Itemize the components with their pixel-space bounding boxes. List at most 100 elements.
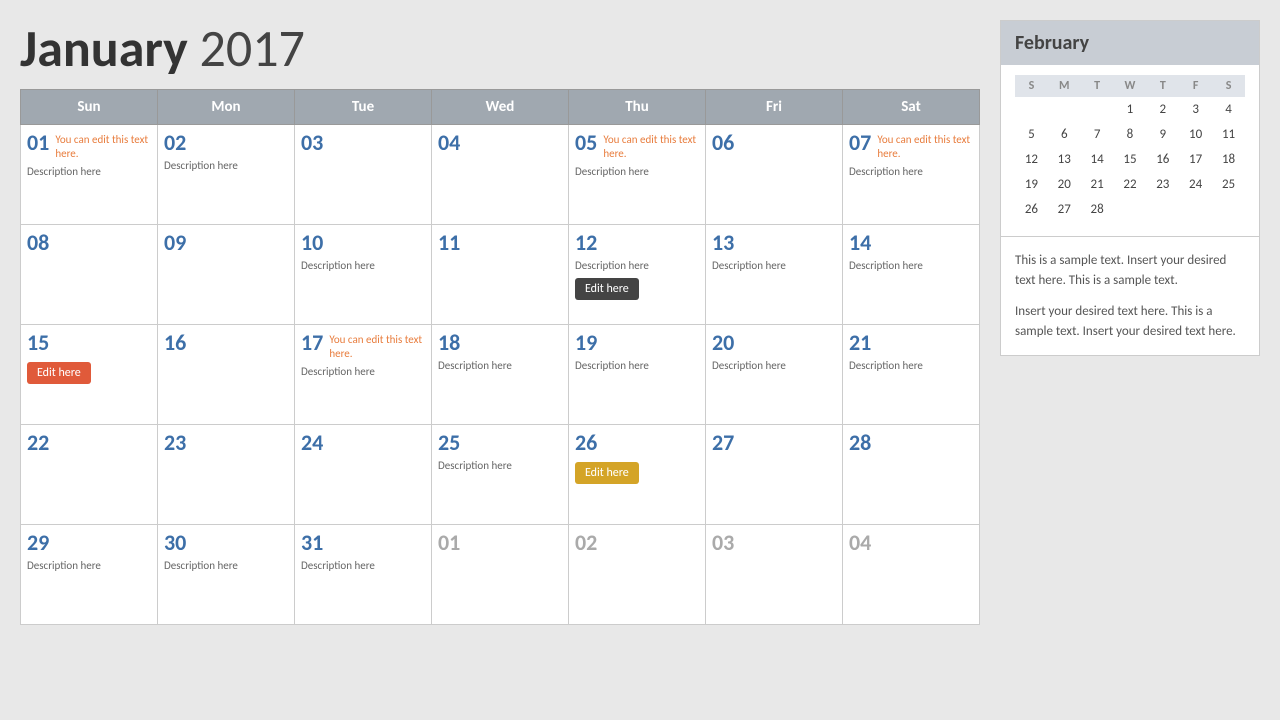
mini-day-cell — [1212, 197, 1245, 222]
mini-day-cell: 21 — [1081, 172, 1114, 197]
mini-weekday-header: F — [1179, 75, 1212, 97]
mini-day-cell: 6 — [1048, 122, 1081, 147]
mini-day-cell: 4 — [1212, 97, 1245, 122]
mini-cal-grid: SMTWTFS 12345678910111213141516171819202… — [1015, 75, 1245, 222]
day-number: 08 — [27, 229, 49, 256]
weekday-header: Wed — [432, 90, 569, 125]
weekday-header: Mon — [158, 90, 295, 125]
edit-button[interactable]: Edit here — [575, 462, 639, 484]
editable-text[interactable]: You can edit this text here. — [329, 333, 425, 362]
mini-day-cell: 18 — [1212, 147, 1245, 172]
calendar-cell: 29Description here — [21, 525, 158, 625]
day-number: 21 — [849, 329, 871, 356]
calendar-cell: 23 — [158, 425, 295, 525]
mini-cal-body: SMTWTFS 12345678910111213141516171819202… — [1001, 65, 1259, 236]
cell-description: Description here — [712, 259, 836, 272]
day-number: 19 — [575, 329, 597, 356]
weekday-header: Sat — [843, 90, 980, 125]
cell-description: Description here — [849, 259, 973, 272]
day-number: 01 — [27, 129, 49, 156]
calendar-cell: 06 — [706, 125, 843, 225]
calendar-cell: 01You can edit this text here.Descriptio… — [21, 125, 158, 225]
mini-day-cell: 26 — [1015, 197, 1048, 222]
edit-button[interactable]: Edit here — [575, 278, 639, 300]
day-number: 15 — [27, 329, 49, 356]
cell-description: Description here — [301, 259, 425, 272]
mini-day-cell: 11 — [1212, 122, 1245, 147]
mini-month-header: February — [1001, 21, 1259, 65]
day-number: 01 — [438, 529, 460, 556]
calendar-cell: 19Description here — [569, 325, 706, 425]
calendar-cell: 22 — [21, 425, 158, 525]
sidebar-text-1: This is a sample text. Insert your desir… — [1015, 251, 1245, 290]
day-number: 06 — [712, 129, 734, 156]
cell-description: Description here — [164, 159, 288, 172]
day-number: 30 — [164, 529, 186, 556]
cell-description: Description here — [712, 359, 836, 372]
mini-day-cell: 2 — [1146, 97, 1179, 122]
calendar-cell: 15 Edit here — [21, 325, 158, 425]
calendar-cell: 10 Description here — [295, 225, 432, 325]
mini-day-cell: 28 — [1081, 197, 1114, 222]
day-number: 28 — [849, 429, 871, 456]
day-number: 31 — [301, 529, 323, 556]
calendar-cell: 16 — [158, 325, 295, 425]
mini-weekday-header: M — [1048, 75, 1081, 97]
day-number: 14 — [849, 229, 871, 256]
day-number: 17 — [301, 329, 323, 356]
mini-day-cell: 3 — [1179, 97, 1212, 122]
page-title: January 2017 — [20, 20, 980, 77]
calendar-cell: 02 — [569, 525, 706, 625]
editable-text[interactable]: You can edit this text here. — [603, 133, 699, 162]
day-number: 12 — [575, 229, 597, 256]
day-number: 04 — [438, 129, 460, 156]
sidebar: February SMTWTFS 12345678910111213141516… — [1000, 20, 1260, 700]
weekday-header: Sun — [21, 90, 158, 125]
day-number: 16 — [164, 329, 186, 356]
mini-day-cell: 8 — [1114, 122, 1147, 147]
year-label: 2017 — [199, 16, 304, 80]
day-number: 10 — [301, 229, 323, 256]
day-number: 09 — [164, 229, 186, 256]
main-calendar: January 2017 SunMonTueWedThuFriSat 01You… — [20, 20, 980, 700]
mini-weekday-header: S — [1015, 75, 1048, 97]
calendar-cell: 03 — [295, 125, 432, 225]
cell-description: Description here — [438, 359, 562, 372]
weekday-header: Tue — [295, 90, 432, 125]
day-number: 03 — [301, 129, 323, 156]
mini-day-cell: 19 — [1015, 172, 1048, 197]
mini-weekday-header: S — [1212, 75, 1245, 97]
calendar-cell: 04 — [432, 125, 569, 225]
calendar-cell: 12 Description here Edit here — [569, 225, 706, 325]
sidebar-text-2: Insert your desired text here. This is a… — [1015, 302, 1245, 341]
mini-day-cell: 24 — [1179, 172, 1212, 197]
mini-weekday-header: T — [1146, 75, 1179, 97]
cell-description: Description here — [438, 459, 562, 472]
day-number: 02 — [575, 529, 597, 556]
calendar-cell: 21Description here — [843, 325, 980, 425]
cell-description: Description here — [301, 559, 425, 572]
calendar-cell: 01 — [432, 525, 569, 625]
editable-text[interactable]: You can edit this text here. — [877, 133, 973, 162]
day-number: 27 — [712, 429, 734, 456]
editable-text[interactable]: You can edit this text here. — [55, 133, 151, 162]
calendar-cell: 02Description here — [158, 125, 295, 225]
mini-day-cell: 12 — [1015, 147, 1048, 172]
weekday-header: Thu — [569, 90, 706, 125]
calendar-cell: 25Description here — [432, 425, 569, 525]
cell-description: Description here — [301, 365, 425, 378]
mini-day-cell: 17 — [1179, 147, 1212, 172]
mini-day-cell: 7 — [1081, 122, 1114, 147]
day-number: 13 — [712, 229, 734, 256]
mini-day-cell: 22 — [1114, 172, 1147, 197]
calendar-cell: 17You can edit this text here. Descriptio… — [295, 325, 432, 425]
month-label: January — [20, 16, 188, 80]
weekday-header: Fri — [706, 90, 843, 125]
mini-day-cell: 13 — [1048, 147, 1081, 172]
calendar-cell: 11 — [432, 225, 569, 325]
cell-description: Description here — [575, 259, 699, 272]
edit-button[interactable]: Edit here — [27, 362, 91, 384]
mini-day-cell: 10 — [1179, 122, 1212, 147]
mini-day-cell — [1015, 97, 1048, 122]
day-number: 22 — [27, 429, 49, 456]
